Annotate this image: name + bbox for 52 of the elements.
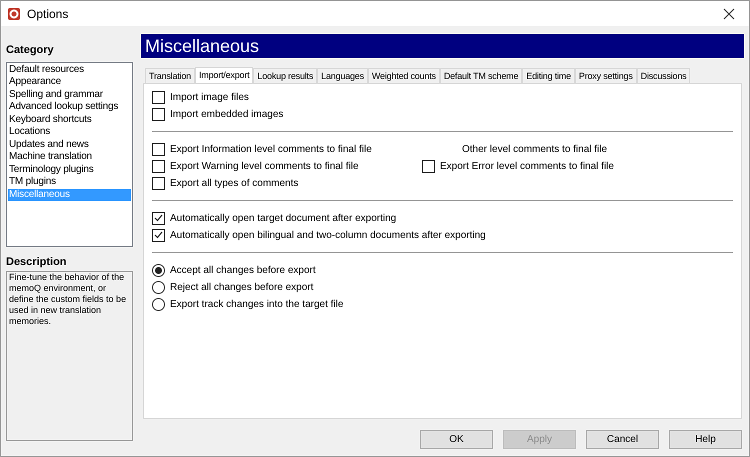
category-item[interactable]: Keyboard shortcuts bbox=[8, 114, 131, 126]
page-title: Miscellaneous bbox=[141, 34, 744, 58]
checkbox-label: Automatically open bilingual and two-column documents after exporting bbox=[170, 228, 486, 242]
checkbox-label: Export Information level comments to final file bbox=[170, 142, 372, 156]
radio-label: Accept all changes before export bbox=[170, 264, 316, 278]
checkbox[interactable] bbox=[422, 160, 435, 172]
description-text: Fine-tune the behavior of the memoQ environment, or define the custom fields to be used in new translation memories. bbox=[6, 271, 133, 441]
tab[interactable]: Discussions bbox=[636, 68, 690, 83]
category-item[interactable]: Updates and news bbox=[8, 138, 131, 151]
tab[interactable]: Proxy settings bbox=[574, 68, 637, 83]
checkbox-label: Export Error level comments to final file bbox=[440, 160, 614, 174]
checkbox[interactable] bbox=[152, 212, 165, 224]
app-logo-icon bbox=[7, 6, 21, 20]
tab[interactable]: Languages bbox=[317, 68, 368, 83]
checkbox[interactable] bbox=[152, 160, 165, 172]
category-heading: Category bbox=[6, 43, 55, 58]
category-item[interactable]: Spelling and grammar bbox=[8, 88, 131, 101]
checkbox[interactable] bbox=[152, 228, 165, 242]
radio-button[interactable] bbox=[152, 298, 165, 310]
checkbox[interactable] bbox=[152, 142, 165, 156]
dialog-button[interactable]: Cancel bbox=[586, 430, 659, 449]
category-item[interactable]: Machine translation bbox=[8, 151, 131, 164]
category-item[interactable]: TM plugins bbox=[8, 176, 131, 188]
checkbox-label: Export Warning level comments to final file bbox=[170, 160, 359, 174]
tab[interactable]: Lookup results bbox=[253, 68, 318, 83]
dialog-button[interactable]: OK bbox=[420, 430, 493, 449]
radio-button[interactable] bbox=[152, 280, 165, 294]
category-item[interactable]: Advanced lookup settings bbox=[8, 101, 131, 114]
category-item[interactable]: Terminology plugins bbox=[8, 164, 131, 176]
tab[interactable]: Weighted counts bbox=[368, 68, 440, 83]
tab[interactable]: Translation bbox=[145, 68, 195, 83]
checkbox[interactable] bbox=[152, 90, 165, 104]
category-item[interactable]: Appearance bbox=[8, 76, 131, 88]
window-title: Options bbox=[27, 6, 68, 22]
radio-label: Export track changes into the target file bbox=[170, 298, 344, 312]
checkbox[interactable] bbox=[152, 176, 165, 190]
checkbox-label: Import embedded images bbox=[170, 108, 284, 122]
close-icon[interactable] bbox=[723, 8, 735, 20]
checkbox-label: Import image files bbox=[170, 90, 249, 104]
tab[interactable]: Editing time bbox=[522, 68, 575, 83]
radio-button[interactable] bbox=[152, 264, 165, 276]
category-item[interactable]: Locations bbox=[8, 126, 131, 138]
radio-label: Reject all changes before export bbox=[170, 280, 314, 294]
tab[interactable]: Import/export bbox=[195, 67, 254, 83]
checkbox-label: Export all types of comments bbox=[170, 176, 298, 190]
tab[interactable]: Default TM scheme bbox=[440, 68, 522, 83]
dialog-button[interactable]: Help bbox=[669, 430, 742, 449]
checkbox-label: Automatically open target document after exporting bbox=[170, 212, 396, 226]
category-item[interactable]: Default resources bbox=[8, 64, 131, 76]
checkbox[interactable] bbox=[152, 108, 165, 120]
option-label: Other level comments to final file bbox=[462, 142, 608, 156]
description-heading: Description bbox=[6, 254, 68, 270]
